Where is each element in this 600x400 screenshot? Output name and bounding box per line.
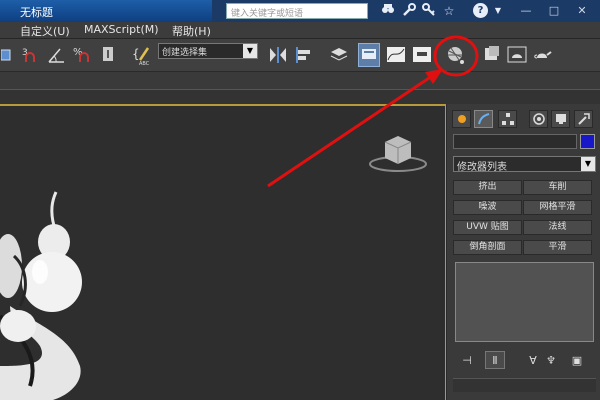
- binoculars-icon[interactable]: [380, 3, 396, 19]
- tab-modify[interactable]: [474, 110, 493, 128]
- tab-create[interactable]: [452, 110, 471, 128]
- material-editor-icon[interactable]: [444, 43, 466, 67]
- spinner-snap-icon[interactable]: [98, 43, 120, 67]
- perspective-viewport[interactable]: [0, 104, 446, 400]
- tab-hierarchy[interactable]: [498, 110, 517, 128]
- help-icon[interactable]: ?: [473, 3, 488, 18]
- snap-3d-icon[interactable]: 3: [20, 43, 42, 67]
- layer-manager-icon[interactable]: [328, 43, 350, 67]
- percent-snap-icon[interactable]: %: [72, 43, 94, 67]
- menu-help[interactable]: 帮助(H): [172, 23, 211, 39]
- menu-customize[interactable]: 自定义(U): [20, 23, 70, 39]
- modifier-smooth-button[interactable]: 平滑: [523, 240, 592, 255]
- named-selection-set-value: 创建选择集: [162, 48, 208, 58]
- gourd-model[interactable]: [0, 191, 82, 400]
- menu-bar: 自定义(U) MAXScript(M) 帮助(H): [0, 22, 600, 39]
- close-icon[interactable]: ✕: [574, 3, 590, 19]
- svg-text:{: {: [132, 47, 140, 61]
- configure-modifier-sets-icon[interactable]: ▣: [567, 351, 587, 369]
- angle-snap-icon[interactable]: [46, 43, 68, 67]
- viewport-label-strip: [0, 90, 600, 104]
- menu-maxscript[interactable]: MAXScript(M): [84, 23, 159, 36]
- render-setup-icon[interactable]: [481, 43, 503, 67]
- search-input[interactable]: 键入关键字或短语: [226, 3, 368, 19]
- render-teapot-icon[interactable]: [532, 43, 554, 67]
- object-color-swatch[interactable]: [580, 134, 595, 149]
- remove-modifier-icon[interactable]: ♆: [541, 351, 561, 369]
- rollout-divider: [453, 378, 596, 392]
- rendered-frame-window-icon[interactable]: [506, 43, 528, 67]
- edit-named-selection-icon[interactable]: {ABC: [132, 43, 154, 67]
- star-icon[interactable]: ☆: [441, 3, 457, 19]
- tab-motion[interactable]: [529, 110, 548, 128]
- maximize-icon[interactable]: □: [546, 3, 562, 19]
- key-icon[interactable]: [421, 3, 437, 19]
- modifier-uvw-map-button[interactable]: UVW 贴图: [453, 220, 522, 235]
- modifier-noise-button[interactable]: 噪波: [453, 200, 522, 215]
- modifier-list-dropdown[interactable]: 修改器列表 ▼: [453, 156, 596, 173]
- command-panel: 修改器列表 ▼ 挤出 车削 噪波 网格平滑 UVW 贴图 法线 倒角剖面 平滑 …: [447, 104, 600, 400]
- named-selection-set-dropdown[interactable]: 创建选择集 ▼: [158, 43, 258, 59]
- main-toolbar: 3 % {ABC: [0, 39, 600, 72]
- wrench-icon[interactable]: [401, 3, 417, 19]
- modifier-stack-list[interactable]: [455, 262, 594, 342]
- modifier-extrude-button[interactable]: 挤出: [453, 180, 522, 195]
- viewcube-icon[interactable]: [369, 136, 427, 172]
- select-region-icon[interactable]: [0, 43, 12, 67]
- modifier-list-label: 修改器列表: [457, 162, 507, 173]
- align-icon[interactable]: [294, 43, 316, 67]
- dropdown-arrow-icon[interactable]: ▼: [490, 3, 506, 19]
- window-title: 无标题: [20, 6, 53, 19]
- tab-utilities[interactable]: [574, 110, 593, 128]
- mirror-icon[interactable]: [267, 43, 289, 67]
- modifier-bevel-profile-button[interactable]: 倒角剖面: [453, 240, 522, 255]
- show-end-result-icon[interactable]: Ⅱ: [485, 351, 505, 369]
- curve-editor-icon[interactable]: [385, 43, 407, 67]
- svg-text:%: %: [73, 47, 83, 58]
- schematic-view-icon[interactable]: [411, 43, 433, 67]
- object-name-field[interactable]: [453, 134, 577, 149]
- chevron-down-icon[interactable]: ▼: [581, 157, 595, 171]
- svg-text:ABC: ABC: [139, 61, 150, 66]
- tab-display[interactable]: [551, 110, 570, 128]
- make-unique-icon[interactable]: ∀: [523, 351, 543, 369]
- modifier-lathe-button[interactable]: 车削: [523, 180, 592, 195]
- title-bar: 无标题 键入关键字或短语 ☆ ? ▼ — □ ✕: [0, 0, 600, 22]
- modifier-normal-button[interactable]: 法线: [523, 220, 592, 235]
- scene-explorer-icon[interactable]: [358, 43, 380, 67]
- chevron-down-icon[interactable]: ▼: [243, 44, 257, 58]
- modifier-meshsmooth-button[interactable]: 网格平滑: [523, 200, 592, 215]
- pin-stack-icon[interactable]: ⊣: [457, 351, 477, 369]
- ribbon-strip: [0, 72, 600, 90]
- minimize-icon[interactable]: —: [518, 3, 534, 19]
